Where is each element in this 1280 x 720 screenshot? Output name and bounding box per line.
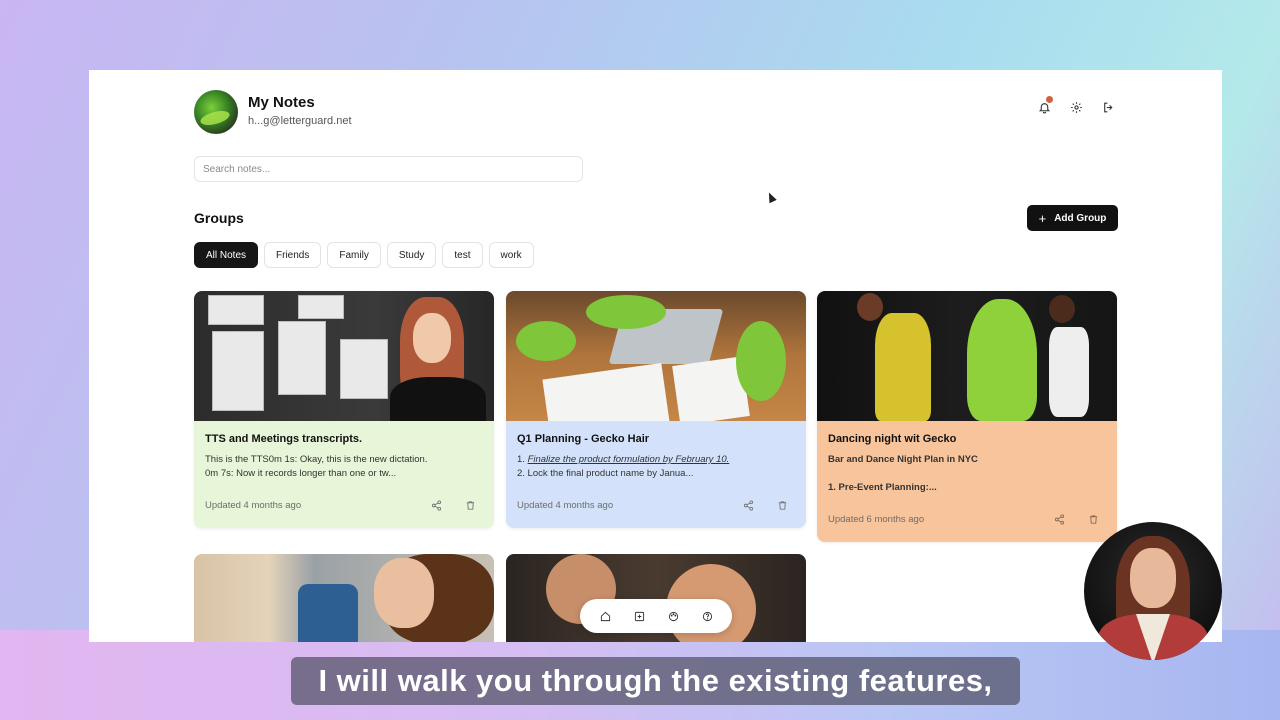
share-icon[interactable] [430,499,442,511]
chip-test[interactable]: test [442,242,483,268]
note-image [817,291,1117,421]
chip-work[interactable]: work [488,242,534,268]
note-title: TTS and Meetings transcripts. [205,433,363,445]
chip-friends[interactable]: Friends [264,242,322,268]
note-title: Q1 Planning - Gecko Hair [517,433,650,445]
gear-icon[interactable] [1067,98,1085,116]
bell-icon[interactable] [1035,96,1053,116]
group-chips: All Notes Friends Family Study test work [194,242,534,268]
user-email: h...g@letterguard.net [248,115,352,127]
trash-icon[interactable] [776,499,788,511]
palette-icon[interactable] [666,609,680,623]
note-body: Dancing night wit Gecko Bar and Dance Ni… [817,421,1117,542]
note-actions [742,499,788,511]
note-preview-line: 0m 7s: Now it records longer than one or… [205,468,397,479]
note-preview-line: This is the TTS0m 1s: Okay, this is the … [205,454,428,465]
search-input[interactable] [194,156,583,182]
note-title: Dancing night wit Gecko [828,433,957,445]
notification-dot [1046,96,1053,103]
groups-heading: Groups [194,210,244,226]
note-preview-line: 2. Lock the final product name by Janua.… [517,468,694,479]
chip-all-notes[interactable]: All Notes [194,242,259,268]
note-image [194,291,494,421]
bottom-nav [580,599,732,633]
add-group-button[interactable]: + Add Group [1027,205,1118,231]
note-preview-line: 1. Finalize the product formulation by F… [517,454,730,465]
video-subtitle: I will walk you through the existing fea… [291,657,1020,705]
trash-icon[interactable] [1087,513,1099,525]
chip-family[interactable]: Family [327,242,381,268]
note-updated: Updated 6 months ago [828,514,925,525]
note-card[interactable]: Dancing night wit Gecko Bar and Dance Ni… [817,291,1117,542]
note-updated: Updated 4 months ago [205,500,302,511]
share-icon[interactable] [742,499,754,511]
header: My Notes h...g@letterguard.net [194,90,1117,138]
add-group-label: Add Group [1054,212,1107,224]
note-body: Q1 Planning - Gecko Hair 1. Finalize the… [506,421,806,528]
plus-icon: + [1038,210,1047,226]
header-actions [1035,96,1117,116]
trash-icon[interactable] [464,499,476,511]
logout-icon[interactable] [1099,98,1117,116]
note-actions [430,499,476,511]
chip-study[interactable]: Study [386,242,437,268]
note-updated: Updated 4 months ago [517,500,614,511]
note-card[interactable]: Q1 Planning - Gecko Hair 1. Finalize the… [506,291,806,528]
note-image [506,291,806,421]
share-icon[interactable] [1053,513,1065,525]
help-icon[interactable] [700,609,714,623]
note-body: TTS and Meetings transcripts. This is th… [194,421,494,528]
note-card-image[interactable] [194,554,494,642]
add-note-icon[interactable] [632,609,646,623]
note-preview-line: Bar and Dance Night Plan in NYC [828,454,978,465]
page-title: My Notes [248,94,315,111]
note-actions [1053,513,1099,525]
presenter-video [1084,522,1222,660]
avatar[interactable] [194,90,238,134]
home-icon[interactable] [598,609,612,623]
note-preview-line: 1. Pre-Event Planning:... [828,482,937,493]
notes-app-window: My Notes h...g@letterguard.net Groups + … [89,70,1222,642]
note-card[interactable]: TTS and Meetings transcripts. This is th… [194,291,494,528]
